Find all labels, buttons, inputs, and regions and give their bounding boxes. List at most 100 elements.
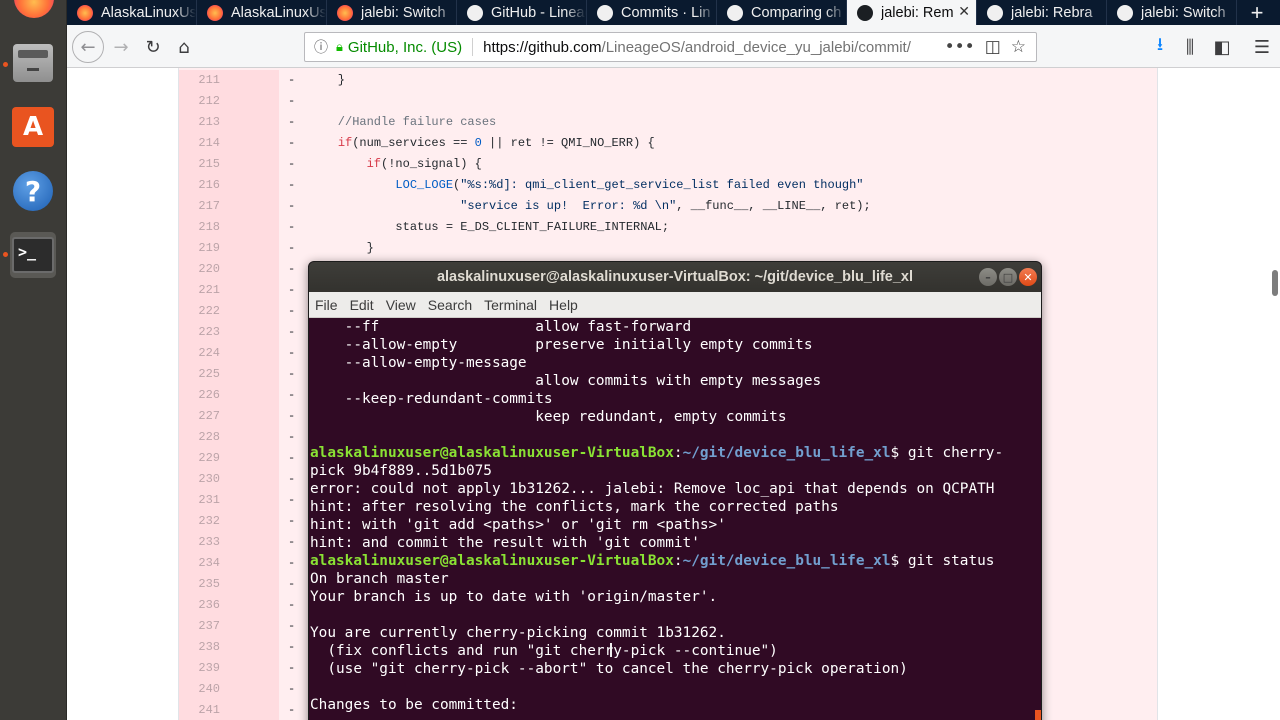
new-tab-button[interactable]: +: [1237, 0, 1277, 25]
browser-tab[interactable]: GitHub - Lineag: [457, 0, 587, 25]
page-scrollbar[interactable]: [1272, 270, 1278, 296]
site-identity[interactable]: GitHub, Inc. (US): [348, 39, 462, 56]
menu-item-file[interactable]: File: [309, 297, 344, 313]
diff-line-number[interactable]: 215: [179, 154, 279, 175]
terminal-launcher-button[interactable]: >_: [10, 232, 56, 278]
library-button[interactable]: ⫼: [1177, 32, 1203, 62]
diff-line-number[interactable]: 227: [179, 406, 279, 427]
code-token: if: [366, 157, 382, 171]
diff-line-number[interactable]: 229: [179, 448, 279, 469]
diff-line-number[interactable]: 225: [179, 364, 279, 385]
output-line: You are currently cherry-picking commit …: [310, 625, 726, 641]
diff-line-number[interactable]: 224: [179, 343, 279, 364]
diff-code: }: [309, 70, 345, 91]
diff-row: 213- //Handle failure cases: [179, 112, 1159, 133]
diff-line-number[interactable]: 232: [179, 511, 279, 532]
diff-row: 211- }: [179, 70, 1159, 91]
output-line: allow commits with empty messages: [310, 373, 822, 389]
arrow-right-icon: →: [113, 36, 129, 58]
back-button[interactable]: ←: [72, 31, 104, 63]
output-line: error: could not apply 1b31262... jalebi…: [310, 481, 995, 497]
diff-marker: -: [288, 535, 296, 549]
diff-line-number[interactable]: 241: [179, 700, 279, 720]
menu-item-help[interactable]: Help: [543, 297, 584, 313]
pocket-icon[interactable]: ◫: [985, 37, 1001, 57]
diff-marker: -: [288, 136, 296, 150]
files-icon: [13, 44, 53, 82]
close-button[interactable]: ✕: [1019, 268, 1037, 286]
code-token: if: [337, 136, 353, 150]
menu-item-view[interactable]: View: [380, 297, 422, 313]
diff-line-number[interactable]: 216: [179, 175, 279, 196]
sidebar-button[interactable]: ◧: [1209, 32, 1235, 62]
menu-item-search[interactable]: Search: [422, 297, 478, 313]
menu-button[interactable]: ☰: [1249, 32, 1275, 62]
browser-tab[interactable]: jalebi: Switch: [327, 0, 457, 25]
code-token: , __func__, __LINE__, ret);: [676, 199, 871, 213]
diff-line-number[interactable]: 237: [179, 616, 279, 637]
diff-line-number[interactable]: 222: [179, 301, 279, 322]
diff-line-number[interactable]: 235: [179, 574, 279, 595]
browser-tab[interactable]: jalebi: Rebra: [977, 0, 1107, 25]
tab-close-icon[interactable]: ✕: [958, 3, 970, 20]
diff-code: "service is up! Error: %d \n", __func__,…: [309, 196, 871, 217]
url-text[interactable]: https://github.com/LineageOS/android_dev…: [483, 39, 944, 56]
diff-line-number[interactable]: 228: [179, 427, 279, 448]
browser-tab[interactable]: Commits · Lin: [587, 0, 717, 25]
diff-line-number[interactable]: 234: [179, 553, 279, 574]
software-launcher-button[interactable]: A: [10, 104, 56, 150]
diff-line-number[interactable]: 220: [179, 259, 279, 280]
diff-line-number[interactable]: 214: [179, 133, 279, 154]
diff-line-number[interactable]: 221: [179, 280, 279, 301]
diff-line-number[interactable]: 231: [179, 490, 279, 511]
running-indicator: [3, 252, 8, 257]
help-launcher-button[interactable]: ?: [10, 168, 56, 214]
diff-row: 217- "service is up! Error: %d \n", __fu…: [179, 196, 1159, 217]
diff-line-number[interactable]: 230: [179, 469, 279, 490]
sidebar-icon: ◧: [1213, 36, 1231, 58]
url-bar[interactable]: ⓘ 🔒︎ GitHub, Inc. (US) https://github.co…: [304, 32, 1037, 62]
page-actions-button[interactable]: •••: [945, 37, 975, 57]
firefox-icon: [337, 4, 353, 21]
diff-line-number[interactable]: 238: [179, 637, 279, 658]
terminal-title: alaskalinuxuser@alaskalinuxuser-VirtualB…: [436, 269, 914, 285]
menu-item-terminal[interactable]: Terminal: [478, 297, 543, 313]
terminal-output[interactable]: --ff allow fast-forward --allow-empty pr…: [309, 318, 1041, 714]
diff-line-number[interactable]: 233: [179, 532, 279, 553]
diff-line-number[interactable]: 223: [179, 322, 279, 343]
browser-tab[interactable]: jalebi: Rem ✕: [847, 0, 977, 25]
browser-tab[interactable]: Comparing ch: [717, 0, 847, 25]
diff-line-number[interactable]: 226: [179, 385, 279, 406]
diff-line-number[interactable]: 211: [179, 70, 279, 91]
browser-tab[interactable]: jalebi: Switch: [1107, 0, 1237, 25]
diff-line-number[interactable]: 236: [179, 595, 279, 616]
home-button[interactable]: ⌂: [171, 32, 197, 62]
diff-marker: -: [288, 220, 296, 234]
diff-line-number[interactable]: 240: [179, 679, 279, 700]
diff-line-number[interactable]: 217: [179, 196, 279, 217]
diff-line-number[interactable]: 239: [179, 658, 279, 679]
arrow-left-icon: ←: [80, 36, 96, 58]
downloads-button[interactable]: ⭳: [1147, 32, 1173, 62]
forward-button[interactable]: →: [109, 32, 133, 62]
diff-line-number[interactable]: 218: [179, 217, 279, 238]
terminal-titlebar[interactable]: alaskalinuxuser@alaskalinuxuser-VirtualB…: [309, 262, 1041, 292]
menu-item-edit[interactable]: Edit: [344, 297, 380, 313]
browser-tab[interactable]: AlaskaLinuxUs: [67, 0, 197, 25]
divider: [472, 38, 474, 56]
maximize-button[interactable]: □: [999, 268, 1017, 286]
diff-line-number[interactable]: 219: [179, 238, 279, 259]
terminal-window[interactable]: alaskalinuxuser@alaskalinuxuser-VirtualB…: [308, 261, 1042, 720]
diff-marker: -: [288, 178, 296, 192]
firefox-launcher-icon[interactable]: [14, 0, 54, 18]
code-token: "%s:%d]: qmi_client_get_service_list fai…: [460, 178, 864, 192]
browser-tab[interactable]: AlaskaLinuxUs: [197, 0, 327, 25]
diff-line-number[interactable]: 212: [179, 91, 279, 112]
library-icon: ⫼: [1185, 36, 1195, 58]
info-icon[interactable]: ⓘ: [314, 37, 328, 57]
minimize-button[interactable]: –: [979, 268, 997, 286]
bookmark-star-icon[interactable]: ☆: [1011, 37, 1026, 57]
files-launcher-button[interactable]: [10, 40, 56, 86]
diff-line-number[interactable]: 213: [179, 112, 279, 133]
reload-button[interactable]: ↻: [140, 32, 166, 62]
